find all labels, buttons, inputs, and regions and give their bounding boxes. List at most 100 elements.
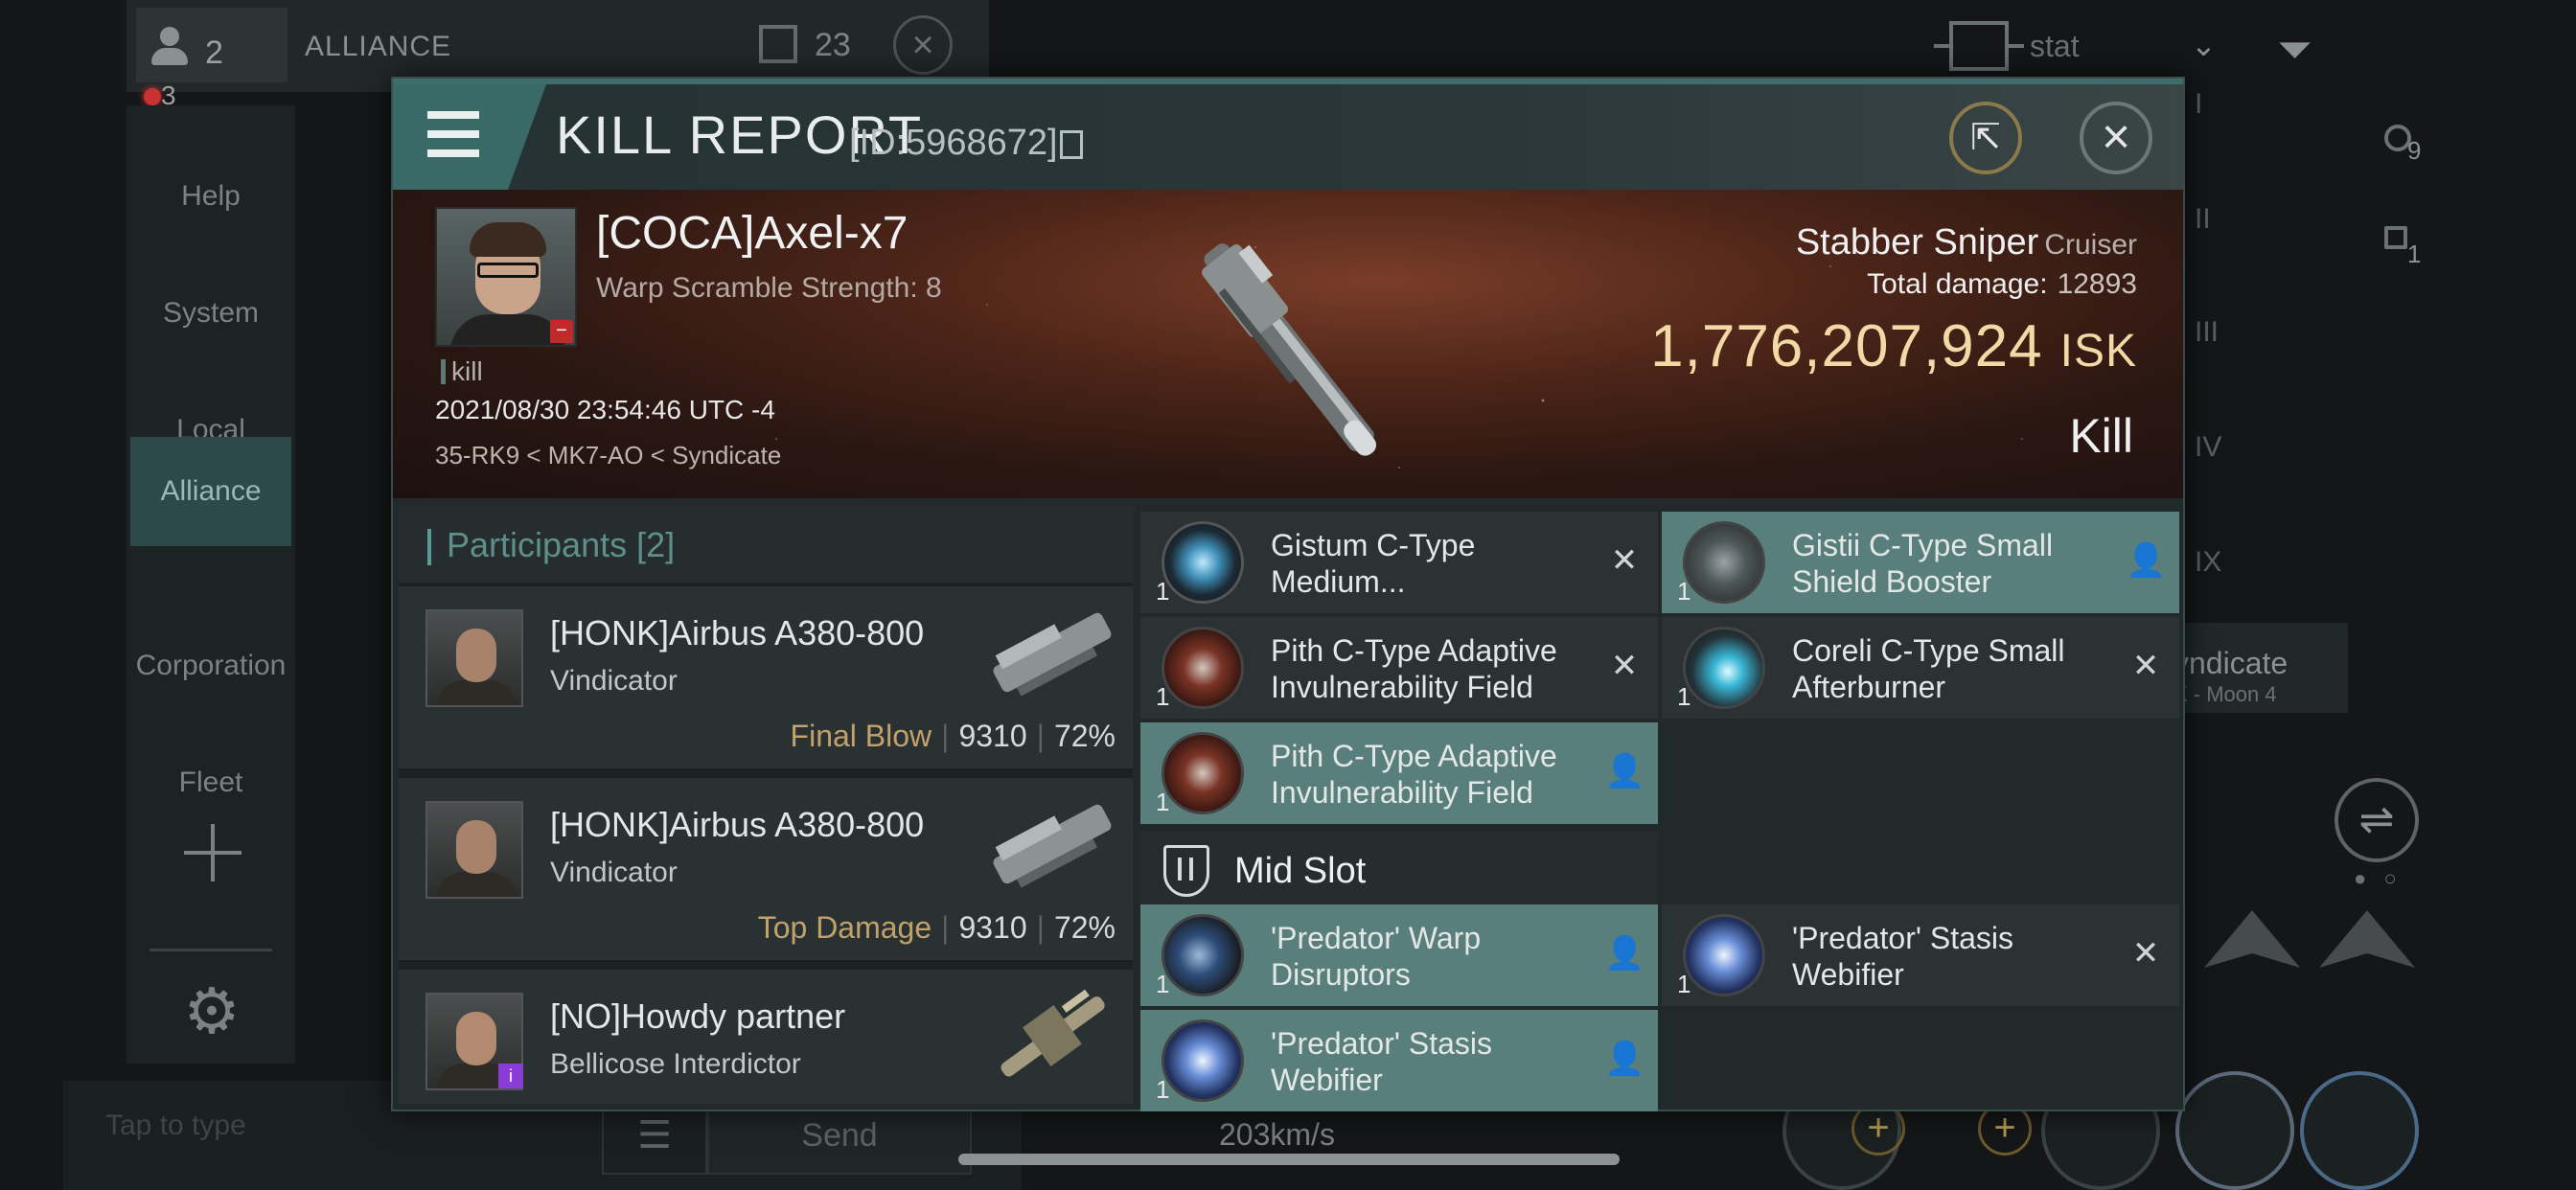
filter-icon[interactable]: ⏷ [2277, 23, 2312, 77]
standing-minus-icon: − [550, 320, 573, 343]
module-slot[interactable]: 1 'Predator' Stasis Webifier 👤 [1140, 1010, 1658, 1111]
invulnerability-field-icon [1162, 732, 1244, 814]
drone-count: 9 [2407, 136, 2422, 165]
participant-row[interactable]: [HONK]Airbus A380-800 Vindicator Top Dam… [399, 778, 1133, 962]
isk-amount: 1,776,207,924 [1650, 313, 2043, 379]
module-qty: 1 [1156, 577, 1170, 606]
avatar[interactable] [426, 609, 523, 707]
tab-roman-2[interactable]: II [2195, 203, 2211, 236]
total-damage: Total damage: 12893 [1867, 268, 2137, 301]
module-qty: 1 [1156, 1075, 1170, 1104]
module-qty: 1 [1677, 682, 1691, 711]
avatar[interactable] [426, 801, 523, 899]
total-damage-value: 12893 [2057, 268, 2137, 300]
module-slot[interactable] [2300, 1071, 2419, 1190]
result-label: Kill [2069, 409, 2133, 463]
sidebar-item-corporation[interactable]: Corporation [130, 611, 291, 721]
participant-row[interactable]: i [NO]Howdy partner Bellicose Interdicto… [399, 970, 1133, 1104]
player-count: 2 [205, 34, 223, 71]
module-slot[interactable]: 1 Pith C-Type Adaptive Invulnerability F… [1140, 722, 1658, 824]
participant-ship: Vindicator [550, 665, 678, 697]
participants-title: Participants [447, 525, 628, 564]
message-icon [759, 25, 797, 63]
participants-count: [2] [636, 525, 676, 564]
chat-close-button[interactable]: × [893, 15, 953, 75]
security-status-icon: i [498, 1064, 523, 1088]
location-title: yndicate [2174, 646, 2288, 680]
participant-name: [HONK]Airbus A380-800 [550, 805, 925, 844]
chat-input[interactable]: Tap to type [105, 1110, 604, 1142]
chevron-down-icon[interactable]: ⌄ [2191, 27, 2217, 63]
participant-ship-image [993, 804, 1112, 888]
module-slot[interactable] [2175, 1071, 2294, 1190]
kill-location[interactable]: 35-RK9 < MK7-AO < Syndicate [435, 441, 781, 470]
stasis-webifier-icon [1683, 914, 1765, 996]
sidebar-item-alliance[interactable]: Alliance [130, 437, 291, 546]
player-count-button[interactable]: 2 [136, 8, 288, 82]
target-icon [1934, 21, 2024, 71]
ship-type[interactable]: Stabber Sniper [1796, 222, 2039, 263]
location-sub: K - Moon 4 [2174, 682, 2277, 706]
tab-roman-4[interactable]: IV [2195, 431, 2221, 464]
share-button[interactable]: ⇱ [1949, 102, 2022, 174]
participant-ship: Bellicose Interdictor [550, 1048, 801, 1080]
stasis-webifier-icon [1162, 1019, 1244, 1102]
victim-ship-image[interactable] [1146, 203, 1434, 491]
destroyed-icon: ✕ [2131, 935, 2160, 972]
module-slot[interactable]: 1 Coreli C-Type Small Afterburner ✕ [1662, 617, 2179, 719]
sidebar-item-fleet[interactable]: Fleet [130, 728, 291, 837]
participant-ship-image [993, 612, 1112, 697]
sidebar-item-help[interactable]: Help [130, 142, 291, 251]
participant-name: [HONK]Airbus A380-800 [550, 613, 925, 652]
ship-silhouette-icon [2204, 910, 2300, 968]
module-slot[interactable]: 1 'Predator' Stasis Webifier ✕ [1662, 904, 2179, 1006]
participant-name: [NO]Howdy partner [550, 996, 846, 1036]
module-slot[interactable]: 1 Pith C-Type Adaptive Invulnerability F… [1140, 617, 1658, 719]
ship-silhouette-icon [2319, 910, 2415, 968]
copy-icon[interactable] [1060, 130, 1083, 159]
tab-roman-1[interactable]: I [2195, 88, 2202, 121]
menu-button[interactable] [393, 84, 546, 190]
ship-class: Cruiser [2044, 229, 2137, 261]
participant-row[interactable]: [HONK]Airbus A380-800 Vindicator Final B… [399, 586, 1133, 770]
destroyed-icon: ✕ [2131, 648, 2160, 684]
menu-icon [427, 111, 479, 157]
participant-role: Final Blow [790, 719, 932, 753]
game-screen: 2 ALLIANCE 23 × 3 Help System Local Alli… [0, 0, 2576, 1190]
add-channel-icon[interactable] [184, 824, 242, 881]
participant-role: Top Damage [757, 910, 932, 945]
swap-icon[interactable]: ⇌ [2334, 778, 2419, 862]
dropped-person-icon: 👤 [1604, 935, 1645, 972]
mid-slot-icon [1163, 845, 1209, 897]
module-name: 'Predator' Stasis Webifier [1792, 921, 2013, 992]
shield-booster-icon [1683, 521, 1765, 604]
module-name: 'Predator' Warp Disruptors [1271, 921, 1482, 992]
module-slot[interactable]: 1 Gistum C-Type Medium... ✕ [1140, 512, 1658, 613]
victim-name[interactable]: [COCA]Axel-x7 [596, 207, 908, 260]
participant-percent: 72% [1053, 910, 1116, 945]
ship-name: Stabber Sniper Cruiser [1796, 222, 2137, 263]
tab-roman-3[interactable]: III [2195, 316, 2219, 349]
unread-dot [144, 88, 161, 105]
mid-slot-title: Mid Slot [1234, 851, 1367, 891]
isk-unit: ISK [2059, 326, 2137, 377]
module-qty: 1 [1156, 788, 1170, 816]
total-damage-label: Total damage: [1867, 268, 2048, 300]
person-icon [151, 27, 188, 65]
tab-roman-9[interactable]: IX [2195, 546, 2221, 579]
sidebar-item-system[interactable]: System [130, 259, 291, 368]
destroyed-icon: ✕ [1610, 542, 1639, 579]
channel-name: ALLIANCE [305, 31, 452, 62]
module-name: 'Predator' Stasis Webifier [1271, 1026, 1492, 1097]
gear-icon[interactable]: ⚙ [178, 977, 245, 1044]
module-slot[interactable]: 1 'Predator' Warp Disruptors 👤 [1140, 904, 1658, 1006]
chat-sidebar: Help System Local Alliance Corporation F… [126, 105, 295, 1064]
module-slot[interactable]: 1 Gistii C-Type Small Shield Booster 👤 [1662, 512, 2179, 613]
close-button[interactable]: × [2080, 102, 2152, 174]
kill-id: [ID:5968672] [849, 123, 1058, 163]
divider [150, 949, 272, 951]
kill-tag: kill [441, 356, 483, 387]
cargo-icon[interactable] [2384, 226, 2407, 249]
home-indicator[interactable] [958, 1154, 1620, 1165]
overview-filter-label[interactable]: stat [2030, 29, 2080, 64]
